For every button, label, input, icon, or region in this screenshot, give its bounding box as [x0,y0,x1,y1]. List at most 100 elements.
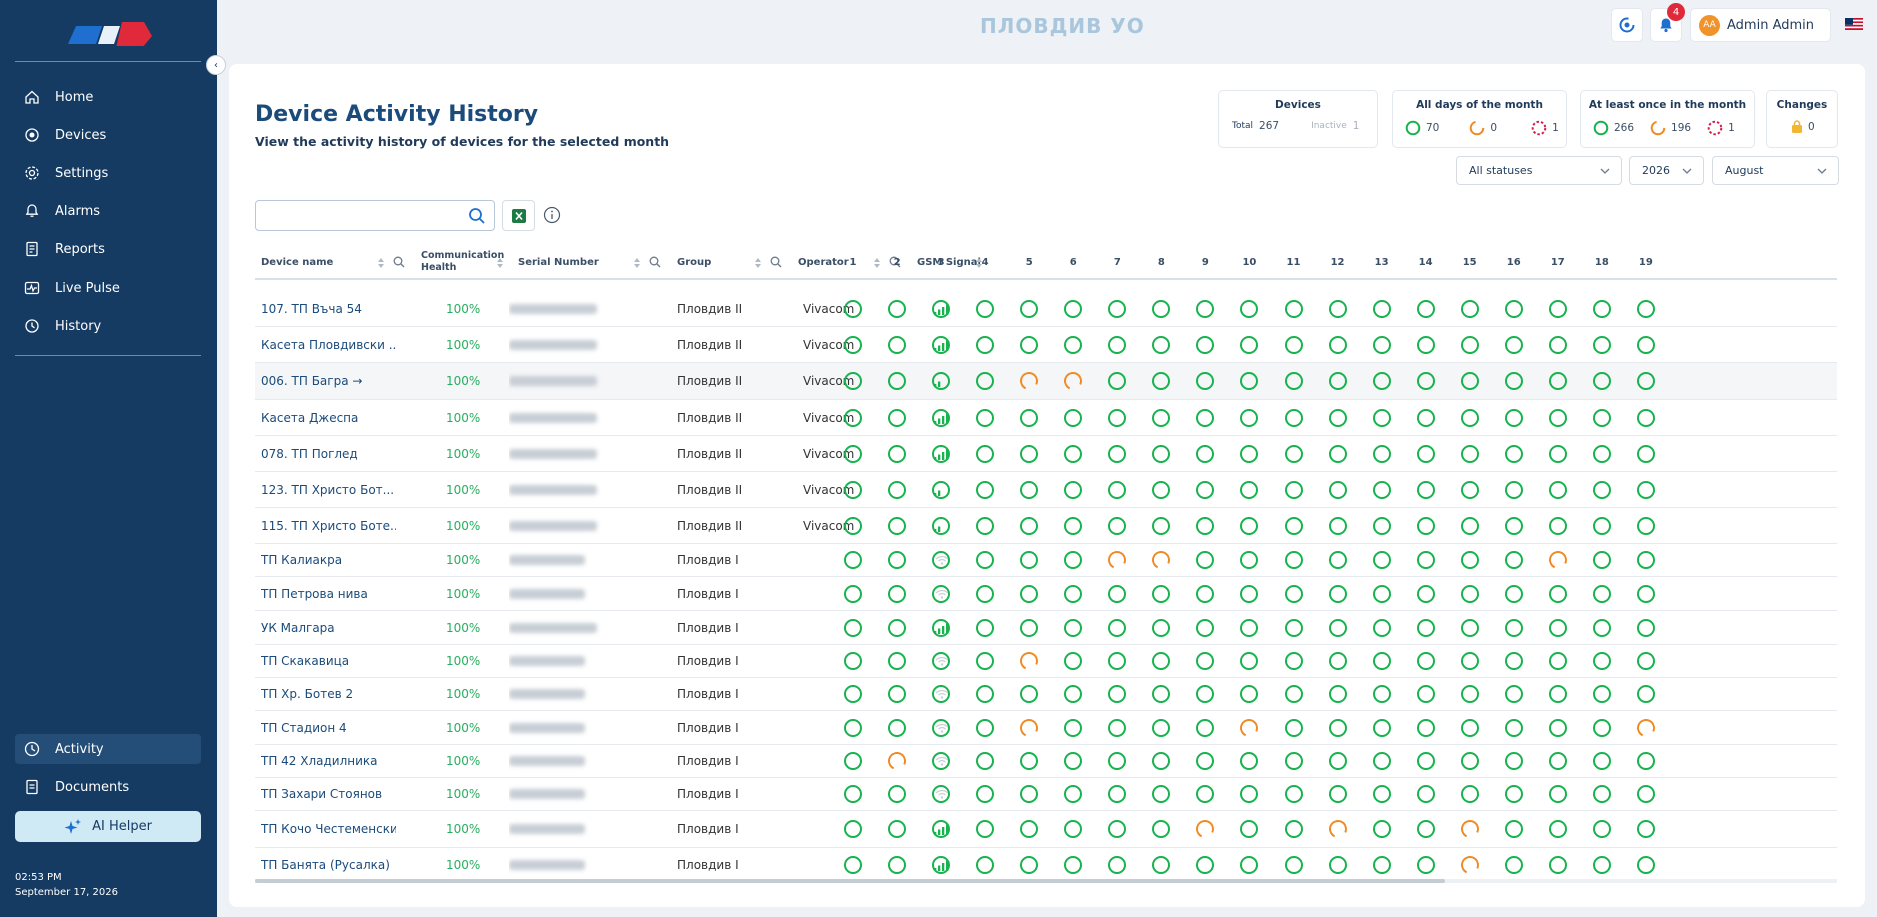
device-name-link[interactable]: ТП Петрова нива [261,577,396,610]
day-status-cell[interactable] [1190,678,1220,710]
day-status-cell[interactable] [1499,544,1529,576]
day-status-cell[interactable] [1587,778,1617,810]
day-status-cell[interactable] [1190,291,1220,326]
day-status-cell[interactable] [882,645,912,677]
day-status-cell[interactable] [1323,645,1353,677]
day-status-cell[interactable] [1499,577,1529,610]
day-status-cell[interactable] [926,544,956,576]
table-row[interactable]: ТП Захари Стоянов 100% Пловдив I [255,778,1837,811]
col-group[interactable]: Group [677,244,711,280]
device-name-link[interactable]: ТП Банята (Русалка) [261,848,396,882]
day-status-cell[interactable] [970,577,1000,610]
day-status-cell[interactable] [1014,811,1044,847]
day-status-cell[interactable] [1455,327,1485,362]
day-status-cell[interactable] [1190,848,1220,882]
day-status-cell[interactable] [1367,745,1397,777]
day-status-cell[interactable] [1367,611,1397,644]
day-status-cell[interactable] [1058,291,1088,326]
day-status-cell[interactable] [882,291,912,326]
day-status-cell[interactable] [1146,363,1176,399]
day-status-cell[interactable] [838,745,868,777]
day-status-cell[interactable] [1499,611,1529,644]
day-status-cell[interactable] [1411,811,1441,847]
day-status-cell[interactable] [926,811,956,847]
day-status-cell[interactable] [1543,400,1573,435]
table-row[interactable]: Касета Пловдивски ... 100% Пловдив II Vivac… [255,327,1837,363]
day-status-cell[interactable] [1190,508,1220,543]
sidebar-item-live-pulse[interactable]: Live Pulse [15,273,201,303]
day-status-cell[interactable] [1014,472,1044,507]
day-status-cell[interactable] [1587,436,1617,471]
day-status-cell[interactable] [1587,544,1617,576]
day-status-cell[interactable] [1146,611,1176,644]
device-name-link[interactable]: ТП Скакавица [261,645,396,677]
day-status-cell[interactable] [1102,400,1132,435]
day-status-cell[interactable] [1234,508,1264,543]
day-status-cell[interactable] [1631,291,1661,326]
day-status-cell[interactable] [838,472,868,507]
export-excel-button[interactable] [502,200,535,231]
day-status-cell[interactable] [1323,811,1353,847]
day-status-cell[interactable] [1499,327,1529,362]
column-search-icon[interactable] [393,256,405,268]
refresh-button[interactable] [1611,8,1643,42]
day-status-cell[interactable] [1587,363,1617,399]
day-status-cell[interactable] [1411,577,1441,610]
day-status-cell[interactable] [970,400,1000,435]
day-status-cell[interactable] [1323,577,1353,610]
device-name-link[interactable]: ТП Кочо Честеменски [261,811,396,847]
day-status-cell[interactable] [1587,745,1617,777]
day-status-cell[interactable] [1102,678,1132,710]
device-name-link[interactable]: Касета Пловдивски ... [261,327,396,362]
day-status-cell[interactable] [1058,400,1088,435]
day-status-cell[interactable] [926,327,956,362]
col-device-name[interactable]: Device name [261,244,333,280]
day-status-cell[interactable] [1587,508,1617,543]
day-status-cell[interactable] [1014,745,1044,777]
day-status-cell[interactable] [1190,363,1220,399]
day-status-cell[interactable] [970,645,1000,677]
day-status-cell[interactable] [1455,745,1485,777]
day-status-cell[interactable] [1279,436,1309,471]
search-input[interactable] [255,200,495,231]
day-status-cell[interactable] [1190,711,1220,744]
scrollbar-thumb[interactable] [255,879,1445,883]
day-status-cell[interactable] [1146,291,1176,326]
us-flag-icon[interactable] [1845,18,1863,30]
day-status-cell[interactable] [1323,472,1353,507]
day-status-cell[interactable] [1190,745,1220,777]
day-status-cell[interactable] [1014,508,1044,543]
day-status-cell[interactable] [970,472,1000,507]
table-row[interactable]: ТП Банята (Русалка) 100% Пловдив I [255,848,1837,883]
day-status-cell[interactable] [926,611,956,644]
day-status-cell[interactable] [1234,611,1264,644]
day-status-cell[interactable] [1631,745,1661,777]
day-status-cell[interactable] [1058,611,1088,644]
day-status-cell[interactable] [1367,577,1397,610]
day-status-cell[interactable] [882,472,912,507]
day-status-cell[interactable] [1499,778,1529,810]
day-status-cell[interactable] [1146,711,1176,744]
day-status-cell[interactable] [1146,544,1176,576]
day-status-cell[interactable] [1367,327,1397,362]
day-status-cell[interactable] [1234,327,1264,362]
day-status-cell[interactable] [1367,472,1397,507]
day-status-cell[interactable] [1543,472,1573,507]
table-row[interactable]: ТП Петрова нива 100% Пловдив I [255,577,1837,611]
day-status-cell[interactable] [1146,678,1176,710]
day-status-cell[interactable] [926,745,956,777]
day-status-cell[interactable] [1587,678,1617,710]
day-status-cell[interactable] [1587,291,1617,326]
day-status-cell[interactable] [1587,611,1617,644]
day-status-cell[interactable] [1234,291,1264,326]
day-status-cell[interactable] [1543,436,1573,471]
day-status-cell[interactable] [1543,645,1573,677]
day-status-cell[interactable] [1411,745,1441,777]
day-status-cell[interactable] [1014,848,1044,882]
status-select[interactable]: All statuses [1456,156,1622,185]
day-status-cell[interactable] [838,711,868,744]
day-status-cell[interactable] [1146,645,1176,677]
day-status-cell[interactable] [1543,711,1573,744]
day-status-cell[interactable] [1587,472,1617,507]
day-status-cell[interactable] [1014,363,1044,399]
